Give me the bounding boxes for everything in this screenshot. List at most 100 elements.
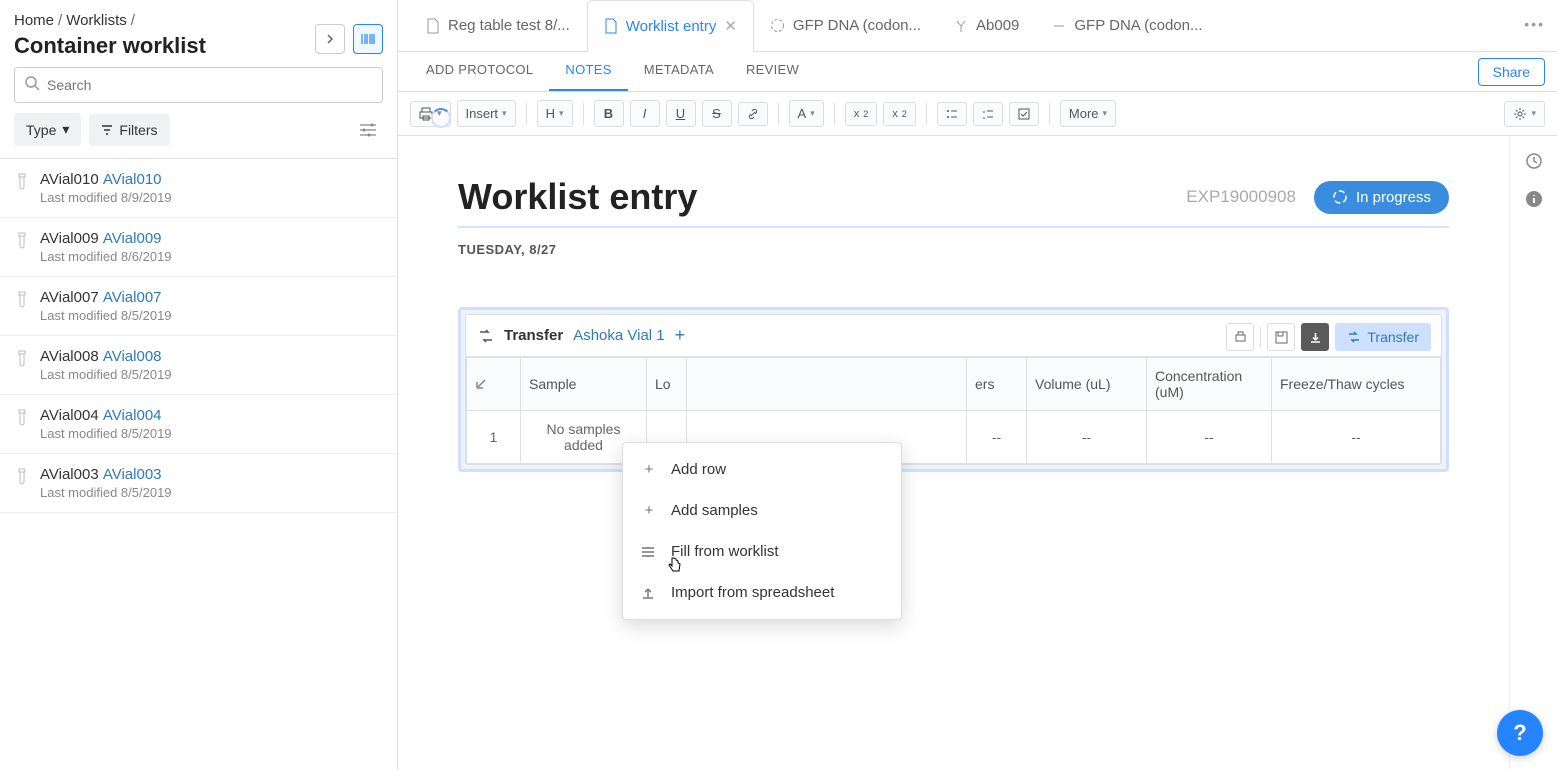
- vial-list: AVial010 AVial010 Last modified 8/9/2019…: [0, 159, 397, 513]
- column-freeze-thaw[interactable]: Freeze/Thaw cycles: [1272, 358, 1441, 411]
- cell-concentration[interactable]: --: [1147, 411, 1272, 464]
- vial-icon: [16, 173, 28, 191]
- expand-column[interactable]: [467, 358, 521, 411]
- file-icon: [604, 18, 618, 34]
- document-date: TUESDAY, 8/27: [458, 242, 1449, 257]
- list-settings-icon[interactable]: [353, 117, 383, 143]
- heading-button[interactable]: H▾: [537, 100, 573, 127]
- breadcrumb-sep: /: [131, 12, 135, 29]
- document-content: Worklist entry EXP19000908 In progress T…: [398, 136, 1509, 770]
- checklist-button[interactable]: [1009, 102, 1039, 126]
- transfer-title: Transfer: [504, 327, 563, 344]
- column-sample[interactable]: Sample: [521, 358, 647, 411]
- filters-button[interactable]: Filters: [89, 114, 169, 146]
- menu-add-row[interactable]: + Add row: [623, 449, 901, 490]
- barcode-button[interactable]: [353, 24, 383, 54]
- bullet-list-icon: [946, 108, 958, 120]
- subtab-notes[interactable]: NOTES: [549, 52, 627, 91]
- tab-gfp-dna-1[interactable]: GFP DNA (codon...: [754, 0, 938, 51]
- subtab-metadata[interactable]: METADATA: [628, 52, 730, 91]
- vial-icon: [16, 291, 28, 309]
- menu-fill-from-worklist[interactable]: Fill from worklist: [623, 531, 901, 572]
- tab-worklist-entry[interactable]: Worklist entry ✕: [587, 0, 754, 52]
- menu-import-spreadsheet[interactable]: Import from spreadsheet: [623, 572, 901, 613]
- breadcrumb-worklists[interactable]: Worklists: [66, 12, 127, 29]
- cell-others[interactable]: --: [967, 411, 1027, 464]
- collapse-sidebar-button[interactable]: [315, 24, 345, 54]
- tab-reg-table[interactable]: Reg table test 8/...: [410, 0, 587, 51]
- type-filter-button[interactable]: Type▾: [14, 113, 81, 146]
- subscript-button[interactable]: x2: [845, 102, 878, 126]
- print-action-icon[interactable]: [1226, 323, 1254, 351]
- row-number: 1: [467, 411, 521, 464]
- italic-button[interactable]: I: [630, 100, 660, 127]
- cell-volume[interactable]: --: [1027, 411, 1147, 464]
- table-row[interactable]: 1 No samples added -- -- -- --: [467, 411, 1441, 464]
- info-icon[interactable]: [1525, 190, 1543, 208]
- list-item[interactable]: AVial010 AVial010 Last modified 8/9/2019: [0, 159, 397, 218]
- list-item[interactable]: AVial007 AVial007 Last modified 8/5/2019: [0, 277, 397, 336]
- transfer-block: Transfer Ashoka Vial 1 + Transfer: [458, 307, 1449, 472]
- more-tabs-icon[interactable]: •••: [1524, 16, 1545, 32]
- sidebar: Home / Worklists / Container worklist Ty…: [0, 0, 398, 770]
- tab-gfp-dna-2[interactable]: GFP DNA (codon...: [1036, 0, 1219, 51]
- checklist-icon: [1018, 108, 1030, 120]
- vial-icon: [16, 468, 28, 486]
- list-item[interactable]: AVial009 AVial009 Last modified 8/6/2019: [0, 218, 397, 277]
- transfer-source-chip[interactable]: Ashoka Vial 1: [573, 327, 664, 344]
- vial-icon: [16, 232, 28, 250]
- plasmid-icon: [770, 18, 785, 33]
- superscript-button[interactable]: x2: [883, 102, 916, 126]
- list-item[interactable]: AVial008 AVial008 Last modified 8/5/2019: [0, 336, 397, 395]
- column-volume[interactable]: Volume (uL): [1027, 358, 1147, 411]
- subtab-review[interactable]: REVIEW: [730, 52, 815, 91]
- progress-icon: [1332, 189, 1348, 205]
- experiment-id: EXP19000908: [1186, 187, 1296, 207]
- search-input[interactable]: [14, 67, 383, 103]
- print-button[interactable]: ▾: [410, 101, 451, 127]
- close-icon[interactable]: ✕: [724, 17, 737, 35]
- column-hidden: [687, 358, 967, 411]
- list-item[interactable]: AVial004 AVial004 Last modified 8/5/2019: [0, 395, 397, 454]
- insert-button[interactable]: Insert▾: [457, 100, 516, 127]
- text-color-button[interactable]: A▾: [789, 100, 824, 127]
- subtab-add-protocol[interactable]: ADD PROTOCOL: [410, 52, 549, 91]
- download-action-icon[interactable]: [1301, 323, 1329, 351]
- cell-freeze[interactable]: --: [1272, 411, 1441, 464]
- breadcrumb-sep: /: [58, 12, 62, 29]
- share-button[interactable]: Share: [1478, 58, 1545, 86]
- bullet-list-button[interactable]: [937, 102, 967, 126]
- right-gutter: [1509, 136, 1557, 770]
- link-button[interactable]: [738, 102, 768, 126]
- list-item[interactable]: AVial003 AVial003 Last modified 8/5/2019: [0, 454, 397, 513]
- column-concentration[interactable]: Concentration (uM): [1147, 358, 1272, 411]
- history-icon[interactable]: [1525, 152, 1543, 170]
- menu-add-samples[interactable]: + Add samples: [623, 490, 901, 531]
- tab-ab009[interactable]: Ab009: [938, 0, 1036, 51]
- loading-icon: [431, 108, 451, 128]
- link-icon: [747, 108, 759, 120]
- gear-icon: [1513, 107, 1527, 121]
- help-button[interactable]: ?: [1497, 710, 1543, 756]
- strike-button[interactable]: S: [702, 100, 732, 127]
- transfer-table: Sample Lo ers Volume (uL) Concentration …: [466, 357, 1441, 464]
- plus-icon: +: [641, 502, 657, 519]
- underline-button[interactable]: U: [666, 100, 696, 127]
- breadcrumb-home[interactable]: Home: [14, 12, 54, 29]
- transfer-button[interactable]: Transfer: [1335, 323, 1431, 351]
- transfer-icon: [1347, 330, 1361, 344]
- settings-gear-button[interactable]: ▾: [1504, 101, 1545, 127]
- bold-button[interactable]: B: [594, 100, 624, 127]
- main: Reg table test 8/... Worklist entry ✕ GF…: [398, 0, 1557, 770]
- table-header-row: Sample Lo ers Volume (uL) Concentration …: [467, 358, 1441, 411]
- number-list-button[interactable]: [973, 102, 1003, 126]
- add-source-button[interactable]: +: [675, 325, 686, 346]
- more-button[interactable]: More▾: [1060, 100, 1116, 127]
- sidebar-header: Home / Worklists / Container worklist: [0, 0, 397, 67]
- status-badge[interactable]: In progress: [1314, 181, 1449, 214]
- column-others[interactable]: ers: [967, 358, 1027, 411]
- save-action-icon[interactable]: [1267, 323, 1295, 351]
- column-location[interactable]: Lo: [647, 358, 687, 411]
- list-icon: [641, 546, 657, 558]
- document-title[interactable]: Worklist entry: [458, 176, 697, 218]
